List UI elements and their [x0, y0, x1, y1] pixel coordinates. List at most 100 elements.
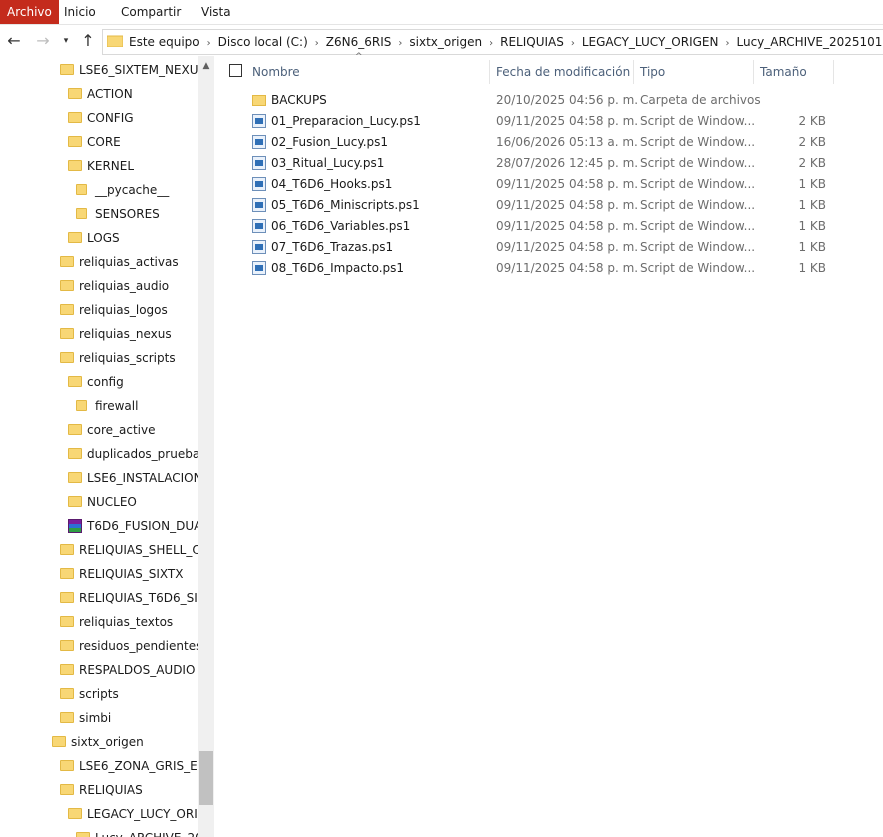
tree-item[interactable]: __pycache__	[0, 179, 198, 201]
folder-icon	[68, 496, 82, 507]
folder-icon	[252, 95, 266, 106]
tree-item[interactable]: reliquias_scripts	[0, 347, 198, 369]
folder-icon	[68, 112, 82, 123]
tree-item[interactable]: KERNEL	[0, 155, 198, 177]
chevron-right-icon[interactable]: ›	[718, 38, 736, 49]
folder-icon	[107, 35, 123, 47]
tree-item[interactable]: RELIQUIAS_SIXTX	[0, 563, 198, 585]
breadcrumb-item[interactable]: Z6N6_6RIS	[326, 35, 392, 49]
file-date: 28/07/2026 12:45 p. m.	[496, 156, 639, 170]
tree-item[interactable]: reliquias_audio	[0, 275, 198, 297]
tree-item[interactable]: sixtx_origen	[0, 731, 198, 753]
back-button[interactable]: ←	[4, 26, 24, 56]
chevron-right-icon[interactable]: ›	[308, 38, 326, 49]
tree-item[interactable]: reliquias_nexus	[0, 323, 198, 345]
folder-icon	[68, 424, 82, 435]
tree-item-label: reliquias_audio	[79, 279, 170, 293]
tree-item[interactable]: residuos_pendientes	[0, 635, 198, 657]
tree-scrollbar[interactable]	[198, 56, 214, 837]
tree-item[interactable]: RELIQUIAS_T6D6_SIXTE	[0, 587, 198, 609]
tree-item[interactable]: SENSORES	[0, 203, 198, 225]
tree-item[interactable]: Lucy_ARCHIVE_202	[0, 827, 198, 837]
tree-item[interactable]: firewall	[0, 395, 198, 417]
breadcrumb-item[interactable]: Disco local (C:)	[218, 35, 308, 49]
breadcrumb-item[interactable]: Este equipo	[129, 35, 200, 49]
file-row[interactable]: 07_T6D6_Trazas.ps1 09/11/2025 04:58 p. m.…	[246, 237, 846, 258]
tree-item[interactable]: simbi	[0, 707, 198, 729]
breadcrumb-item[interactable]: Lucy_ARCHIVE_20251010_19092	[736, 35, 883, 49]
tab-vista[interactable]: Vista	[201, 0, 231, 24]
file-name: 04_T6D6_Hooks.ps1	[271, 177, 393, 191]
file-size: 1 KB	[798, 240, 826, 254]
tree-item[interactable]: LSE6_INSTALACION	[0, 467, 198, 489]
tree-item[interactable]: RESPALDOS_AUDIO	[0, 659, 198, 681]
column-divider[interactable]	[489, 60, 490, 84]
file-date: 09/11/2025 04:58 p. m.	[496, 198, 639, 212]
tree-item-label: RELIQUIAS_SHELL_OLD	[79, 543, 198, 557]
powershell-script-icon	[252, 261, 266, 275]
file-row[interactable]: 01_Preparacion_Lucy.ps1 09/11/2025 04:58 …	[246, 111, 846, 132]
file-row[interactable]: BACKUPS 20/10/2025 04:56 p. m. Carpeta de …	[246, 90, 846, 111]
file-type: Script de Window...	[640, 114, 756, 128]
tree-item[interactable]: CORE	[0, 131, 198, 153]
file-row[interactable]: 03_Ritual_Lucy.ps1 28/07/2026 12:45 p. m.…	[246, 153, 846, 174]
breadcrumb-item[interactable]: RELIQUIAS	[500, 35, 564, 49]
powershell-script-icon	[252, 114, 266, 128]
tree-item[interactable]: T6D6_FUSION_DUAL_	[0, 515, 198, 537]
recent-locations-button[interactable]: ▾	[60, 26, 72, 56]
chevron-right-icon[interactable]: ›	[564, 38, 582, 49]
column-divider[interactable]	[833, 60, 834, 84]
address-bar[interactable]: Este equipo › Disco local (C:) › Z6N6_6RIS › s…	[102, 29, 883, 55]
tree-item[interactable]: reliquias_textos	[0, 611, 198, 633]
chevron-right-icon[interactable]: ›	[482, 38, 500, 49]
tree-item[interactable]: ACTION	[0, 83, 198, 105]
tree-item[interactable]: LSE6_ZONA_GRIS_EXTR	[0, 755, 198, 777]
forward-button[interactable]: →	[33, 26, 53, 56]
column-header-name[interactable]: Nombre	[252, 60, 300, 84]
tree-item[interactable]: core_active	[0, 419, 198, 441]
tree-item[interactable]: duplicados_prueba	[0, 443, 198, 465]
tree-item[interactable]: NUCLEO	[0, 491, 198, 513]
tree-scrollbar-thumb[interactable]	[199, 751, 213, 805]
tree-item[interactable]: RELIQUIAS	[0, 779, 198, 801]
file-size: 1 KB	[798, 198, 826, 212]
column-divider[interactable]	[633, 60, 634, 84]
file-size: 2 KB	[798, 135, 826, 149]
tree-item[interactable]: CONFIG	[0, 107, 198, 129]
chevron-right-icon[interactable]: ›	[200, 38, 218, 49]
file-row[interactable]: 05_T6D6_Miniscripts.ps1 09/11/2025 04:58 …	[246, 195, 846, 216]
column-header-date[interactable]: Fecha de modificación	[496, 60, 630, 84]
tree-item[interactable]: scripts	[0, 683, 198, 705]
tree-item-label: duplicados_prueba	[87, 447, 198, 461]
tab-inicio[interactable]: Inicio	[64, 0, 96, 24]
file-size: 2 KB	[798, 156, 826, 170]
scroll-up-icon[interactable]: ▲	[198, 56, 214, 76]
file-row[interactable]: 08_T6D6_Impacto.ps1 09/11/2025 04:58 p. m…	[246, 258, 846, 279]
breadcrumb-item[interactable]: sixtx_origen	[409, 35, 482, 49]
tree-item[interactable]: reliquias_logos	[0, 299, 198, 321]
tree-item-label: Lucy_ARCHIVE_202	[95, 827, 198, 837]
tree-item[interactable]: LEGACY_LUCY_ORIG	[0, 803, 198, 825]
breadcrumb-item[interactable]: LEGACY_LUCY_ORIGEN	[582, 35, 719, 49]
tree-item[interactable]: LOGS	[0, 227, 198, 249]
file-row[interactable]: 02_Fusion_Lucy.ps1 16/06/2026 05:13 a. m.…	[246, 132, 846, 153]
column-divider[interactable]	[753, 60, 754, 84]
tree-item[interactable]: LSE6_SIXTEM_NEXUS	[0, 59, 198, 81]
tab-archivo[interactable]: Archivo	[0, 0, 59, 24]
up-button[interactable]: ↑	[78, 26, 98, 56]
tab-compartir[interactable]: Compartir	[121, 0, 181, 24]
tree-item[interactable]: RELIQUIAS_SHELL_OLD	[0, 539, 198, 561]
file-date: 20/10/2025 04:56 p. m.	[496, 93, 639, 107]
tree-item[interactable]: reliquias_activas	[0, 251, 198, 273]
tree-item-label: residuos_pendientes	[79, 639, 198, 653]
folder-icon	[60, 280, 74, 291]
folder-icon	[60, 592, 74, 603]
column-header-type[interactable]: Tipo	[640, 60, 665, 84]
chevron-right-icon[interactable]: ›	[391, 38, 409, 49]
file-row[interactable]: 04_T6D6_Hooks.ps1 09/11/2025 04:58 p. m. S…	[246, 174, 846, 195]
tree-item[interactable]: config	[0, 371, 198, 393]
select-all-checkbox[interactable]	[229, 64, 242, 77]
file-row[interactable]: 06_T6D6_Variables.ps1 09/11/2025 04:58 p.…	[246, 216, 846, 237]
navigation-tree: LSE6_SIXTEM_NEXUS ACTION CONFIG CORE KERNEL _…	[0, 56, 214, 837]
column-header-size[interactable]: Tamaño	[760, 60, 807, 84]
